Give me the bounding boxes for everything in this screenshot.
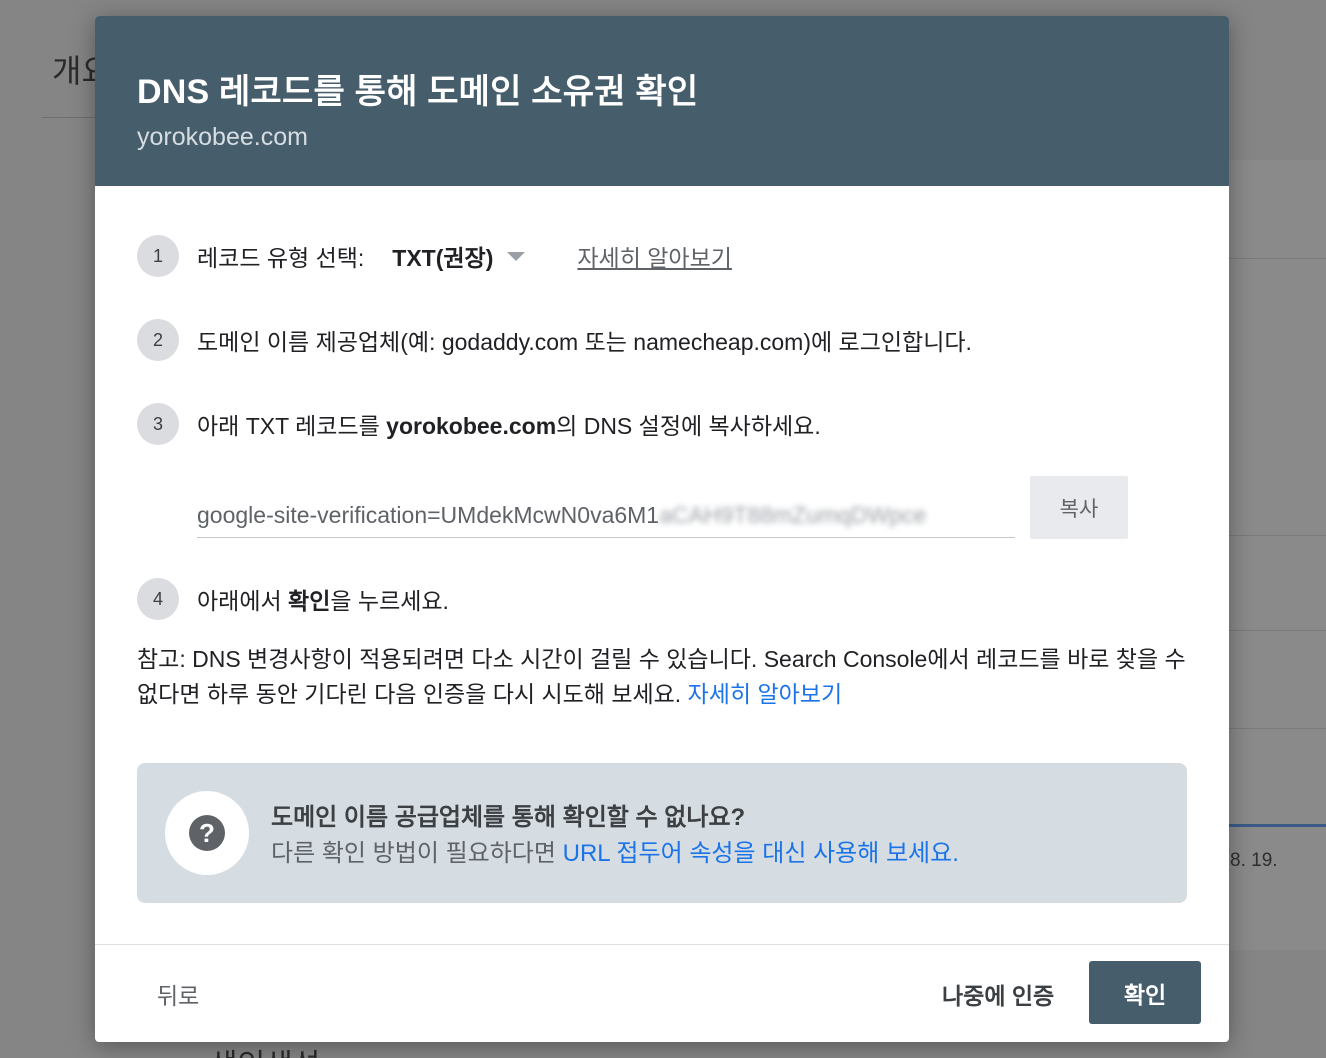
- background-chart-line: [1229, 824, 1326, 827]
- help-sub-text: 다른 확인 방법이 필요하다면: [271, 840, 563, 867]
- background-divider: [42, 117, 102, 118]
- record-type-label: 레코드 유형 선택:: [197, 245, 365, 271]
- background-section-title: 색인생성: [210, 1040, 320, 1058]
- note-learn-more-link[interactable]: 자세히 알아보기: [688, 681, 843, 707]
- step-text-part: 의 DNS 설정에 복사하세요.: [556, 413, 821, 439]
- back-button[interactable]: 뒤로: [157, 977, 199, 1011]
- step-confirm-bold: 확인: [288, 588, 331, 614]
- step-number: 1: [137, 235, 179, 277]
- help-icon: ?: [189, 815, 225, 851]
- step-text-part: 아래에서: [197, 588, 289, 614]
- help-subtitle: 다른 확인 방법이 필요하다면 URL 접두어 속성을 대신 사용해 보세요.: [271, 833, 959, 868]
- dns-note: 참고: DNS 변경사항이 적용되려면 다소 시간이 걸릴 수 있습니다. Se…: [137, 642, 1197, 712]
- txt-record-blurred: aCAH9T88mZumqDWpce: [659, 502, 927, 528]
- background-divider: [1229, 728, 1326, 729]
- record-type-select[interactable]: TXT(권장): [392, 239, 577, 273]
- help-title: 도메인 이름 공급업체를 통해 확인할 수 없나요?: [271, 804, 746, 831]
- step-3: 3 아래 TXT 레코드를 yorokobee.com의 DNS 설정에 복사하…: [137, 403, 821, 445]
- dialog-domain: yorokobee.com: [137, 123, 308, 151]
- step-text: 아래에서 확인을 누르세요.: [197, 582, 449, 616]
- step-text-part: 을 누르세요.: [330, 588, 449, 614]
- background-divider: [1229, 630, 1326, 631]
- dialog-header: DNS 레코드를 통해 도메인 소유권 확인 yorokobee.com: [95, 16, 1229, 186]
- step-number: 2: [137, 319, 179, 361]
- dns-verification-dialog: DNS 레코드를 통해 도메인 소유권 확인 yorokobee.com 1 레…: [95, 16, 1229, 1042]
- background-divider: [1229, 258, 1326, 259]
- url-prefix-link[interactable]: URL 접두어 속성을 대신 사용해 보세요.: [563, 840, 959, 867]
- step-domain-bold: yorokobee.com: [386, 413, 557, 439]
- step-number: 3: [137, 403, 179, 445]
- help-circle: ?: [165, 791, 249, 875]
- learn-more-link[interactable]: 자세히 알아보기: [577, 239, 732, 273]
- background-card: [1229, 160, 1326, 950]
- dropdown-caret-icon: [507, 251, 526, 261]
- step-number: 4: [137, 578, 179, 620]
- dialog-footer: 뒤로 나중에 인증 확인: [95, 944, 1229, 1042]
- help-box: ? 도메인 이름 공급업체를 통해 확인할 수 없나요? 다른 확인 방법이 필…: [137, 763, 1187, 903]
- step-text: 도메인 이름 제공업체(예: godaddy.com 또는 namecheap.…: [197, 329, 972, 355]
- background-divider: [1229, 535, 1326, 536]
- step-4: 4 아래에서 확인을 누르세요.: [137, 578, 449, 620]
- background-date: 8. 19.: [1230, 850, 1278, 871]
- dialog-title: DNS 레코드를 통해 도메인 소유권 확인: [137, 73, 699, 111]
- step-2: 2 도메인 이름 제공업체(예: godaddy.com 또는 namechea…: [137, 319, 972, 361]
- txt-record-field[interactable]: google-site-verification=UMdekMcwN0va6M1…: [197, 502, 1015, 538]
- confirm-button[interactable]: 확인: [1089, 961, 1201, 1024]
- step-text: 아래 TXT 레코드를 yorokobee.com의 DNS 설정에 복사하세요…: [197, 407, 821, 441]
- txt-record-visible: google-site-verification=UMdekMcwN0va6M1: [197, 502, 660, 528]
- copy-button[interactable]: 복사: [1030, 476, 1128, 539]
- record-type-value: TXT(권장): [392, 245, 494, 271]
- verify-later-button[interactable]: 나중에 인증: [942, 977, 1054, 1011]
- step-text-part: 아래 TXT 레코드를: [197, 413, 387, 439]
- step-1: 1 레코드 유형 선택: TXT(권장) 자세히 알아보기: [137, 235, 732, 277]
- note-text: 참고: DNS 변경사항이 적용되려면 다소 시간이 걸릴 수 있습니다. Se…: [137, 646, 1186, 707]
